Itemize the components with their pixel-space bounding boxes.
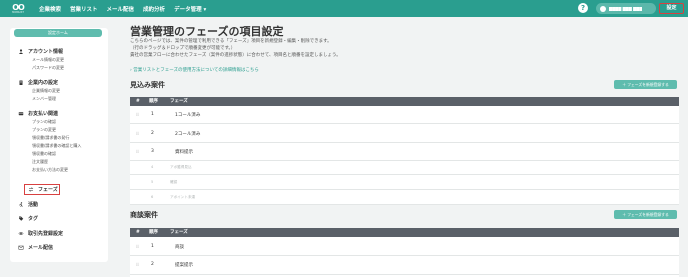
table-row-disabled: 4 アポ獲得見込 (130, 161, 679, 175)
phase-order: 1 (151, 244, 154, 249)
logo-text: MOBILIST (12, 10, 24, 14)
page-description-line-2: （行のドラッグ＆ドロップで順番変更が可能です。） (130, 46, 236, 51)
help-icon[interactable]: ? (578, 3, 588, 13)
add-phase-button-prospect[interactable]: ＋ フェーズを新規登録する (614, 80, 677, 89)
phase-column-header: フェーズ (170, 230, 188, 235)
arrows-icon (28, 187, 34, 192)
mail-icon (18, 245, 24, 250)
table-row-disabled: 6 アポイント未達 (130, 190, 679, 205)
card-icon (18, 112, 24, 116)
table-header: # 順序 フェーズ (130, 97, 679, 106)
top-navbar: OO MOBILIST 企業検索 営業リスト メール配信 成約分析 データ管理 … (0, 0, 688, 17)
table-row-disabled: 5 確認 (130, 175, 679, 190)
table-row[interactable]: ⠿ 2 提案提示 (130, 256, 679, 275)
settings-button[interactable]: 設定 (659, 3, 684, 14)
drag-column-header: # (136, 230, 140, 235)
app-logo[interactable]: OO MOBILIST (2, 0, 34, 17)
drag-handle-icon[interactable]: ⠿ (136, 149, 139, 154)
section-title-prospect: 見込み案件 (130, 81, 165, 89)
phase-order: 5 (151, 180, 154, 184)
phase-name[interactable]: 提案提示 (175, 262, 193, 268)
building-icon (19, 80, 23, 85)
sidebar-item-phase[interactable]: フェーズ (24, 184, 60, 195)
sidebar-item-password-change[interactable]: パスワードの変更 (32, 65, 64, 71)
sidebar-item-activity[interactable]: 活動 (18, 201, 38, 208)
order-column-header: 順序 (149, 99, 158, 104)
phase-column-header: フェーズ (170, 99, 188, 104)
sidebar-item-plan-check[interactable]: プランの確認 (32, 119, 56, 125)
phase-name[interactable]: 1コール済み (175, 112, 200, 118)
sidebar-section-company: 企業内の設定 (18, 79, 58, 86)
phase-name[interactable]: 資料提示 (175, 149, 193, 155)
nav-company-search[interactable]: 企業検索 (39, 5, 61, 13)
page-description-line-1: こちらのページでは、案件の管理で利用できる「フェーズ」項目を新規登録・編集・削除… (130, 39, 332, 44)
sidebar-item-invoice-issue[interactable]: 領収書/請求書の発行 (32, 135, 69, 141)
phase-table-negotiation: # 順序 フェーズ ⠿ 1 商談 ⠿ 2 提案提示 (130, 228, 679, 277)
sidebar-section-payment: お支払い関連 (18, 110, 58, 117)
nav-deal-analysis[interactable]: 成約分析 (143, 5, 165, 13)
sidebar-item-plan-change[interactable]: プランの変更 (32, 127, 56, 133)
eye-icon (18, 232, 24, 235)
table-header: # 順序 フェーズ (130, 228, 679, 237)
logo-mark: OO (12, 2, 25, 12)
drag-column-header: # (136, 99, 140, 104)
phase-name[interactable]: 商談 (175, 244, 184, 250)
order-column-header: 順序 (149, 230, 158, 235)
phase-name: アポ獲得見込 (170, 165, 192, 169)
table-row[interactable]: ⠿ 3 資料提示 (130, 143, 679, 161)
table-row[interactable]: ⠿ 1 商談 (130, 237, 679, 256)
sidebar-item-mail-delivery[interactable]: メール配信 (18, 244, 53, 251)
drag-handle-icon[interactable]: ⠿ (136, 112, 139, 117)
section-title-negotiation: 商談案件 (130, 211, 158, 219)
sidebar-item-member-management[interactable]: メンバー管理 (32, 96, 56, 102)
user-menu[interactable]: ████ ███ ███ (596, 3, 656, 14)
drag-handle-icon[interactable]: ⠿ (136, 244, 139, 249)
sidebar-item-invoice-purchase[interactable]: 領収書/請求書の確認と購入 (32, 143, 81, 149)
sidebar-item-client-registration[interactable]: 取引先登録設定 (18, 230, 63, 237)
phase-order: 6 (151, 195, 154, 199)
drag-handle-icon[interactable]: ⠿ (136, 262, 139, 267)
tag-icon (19, 216, 24, 221)
phase-name[interactable]: 2コール済み (175, 131, 200, 137)
nav-data-management[interactable]: データ管理 ▾ (174, 5, 206, 13)
drag-handle-icon[interactable]: ⠿ (136, 131, 139, 136)
user-name: ████ ███ ███ (609, 6, 643, 11)
phase-order: 2 (151, 262, 154, 267)
phase-order: 2 (151, 131, 154, 136)
sidebar-item-company-info[interactable]: 企業情報の変更 (32, 88, 60, 94)
settings-home-link[interactable]: 設定ホーム (14, 29, 102, 37)
sidebar-item-order-history[interactable]: 注文履歴 (32, 159, 48, 165)
sidebar-item-tag[interactable]: タグ (18, 215, 38, 222)
sidebar-section-account: アカウント情報 (18, 48, 63, 55)
sidebar-item-payment-method[interactable]: お支払い方法の変更 (32, 167, 68, 173)
page-title: 営業管理のフェーズの項目設定 (130, 25, 284, 38)
nav-mail-delivery[interactable]: メール配信 (107, 5, 135, 13)
phase-table-prospect: # 順序 フェーズ ⠿ 1 1コール済み ⠿ 2 2コール済み ⠿ 3 資料提示… (130, 97, 679, 205)
phase-name: アポイント未達 (170, 195, 196, 199)
add-phase-button-negotiation[interactable]: ＋ フェーズを新規登録する (614, 210, 677, 219)
sidebar-item-receipt-check[interactable]: 領収書の確認 (32, 151, 56, 157)
nav-sales-list[interactable]: 営業リスト (70, 5, 98, 13)
table-row[interactable]: ⠿ 1 1コール済み (130, 106, 679, 124)
phase-order: 4 (151, 165, 154, 169)
phase-order: 3 (151, 149, 154, 154)
usage-details-link[interactable]: › 営業リストとフェーズの使用方法についての詳細情報はこちら (130, 67, 259, 73)
phase-name: 確認 (170, 180, 178, 184)
avatar (600, 5, 606, 12)
settings-sidebar: 設定ホーム アカウント情報 メール情報の変更 パスワードの変更 企業内の設定 企… (10, 28, 108, 262)
page-description-line-3: 貴社の営業フローに合わせたフェーズ（案件の進捗状態）に合わせて、項目名と順番を設… (130, 53, 341, 58)
phase-order: 1 (151, 112, 154, 117)
person-icon (19, 49, 23, 54)
run-icon (19, 202, 23, 207)
table-row[interactable]: ⠿ 2 2コール済み (130, 124, 679, 143)
sidebar-item-mail-change[interactable]: メール情報の変更 (32, 57, 64, 63)
